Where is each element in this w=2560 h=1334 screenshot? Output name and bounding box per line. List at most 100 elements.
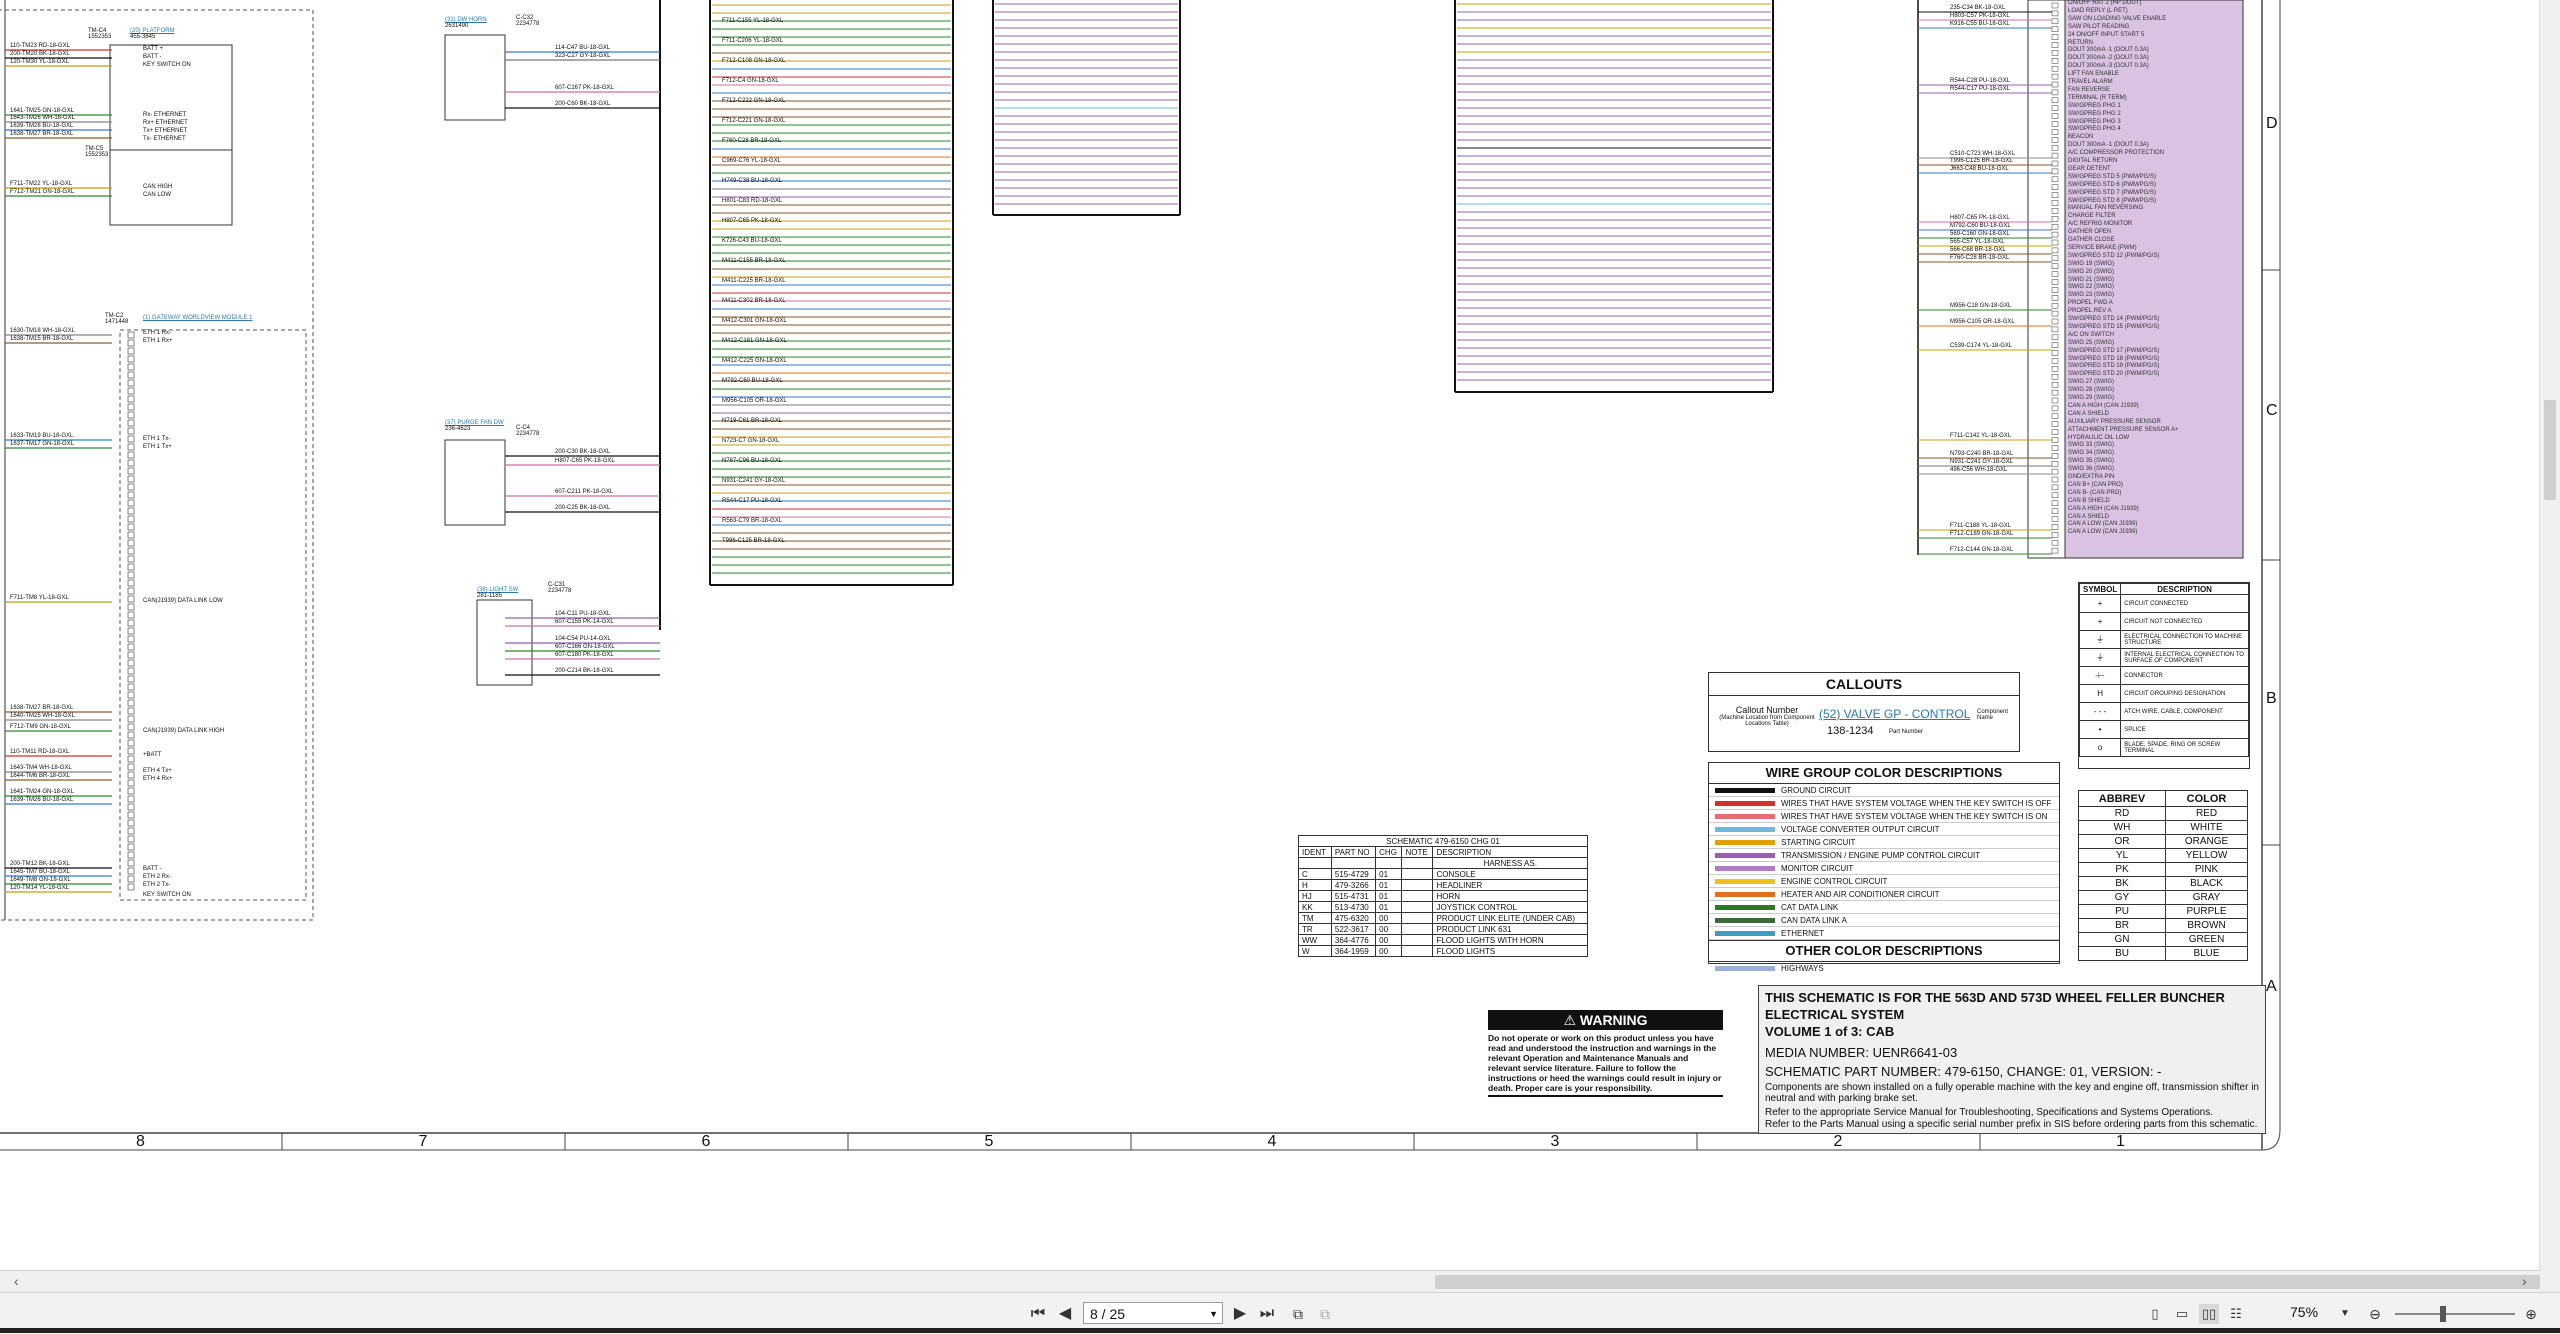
- wire-label: SAW PILOT READING: [2068, 23, 2130, 30]
- wire-label: SWIG 22 (SWIG): [2068, 284, 2115, 291]
- component-label: (37) PURGE FAN DW 236-4623: [445, 420, 504, 432]
- facing-view-button[interactable]: ▯▯: [2199, 1304, 2219, 1324]
- pin: [127, 787, 135, 795]
- single-page-view-button[interactable]: ▯: [2145, 1304, 2165, 1324]
- zoom-dropdown[interactable]: ▼: [2338, 1304, 2352, 1324]
- horizontal-scrollbar[interactable]: ‹ ›: [0, 1270, 2540, 1293]
- symbol-row: + CIRCUIT CONNECTED: [2078, 594, 2249, 613]
- wire-label: 104-C54 PU-14-GXL: [555, 636, 611, 642]
- pin: [2051, 476, 2059, 483]
- callout-component-name: Component Name: [1977, 709, 2009, 721]
- pin: [127, 443, 135, 451]
- scroll-right-icon[interactable]: ›: [2522, 1273, 2527, 1289]
- pin: [127, 563, 135, 571]
- last-page-button[interactable]: ⏭: [1257, 1304, 1277, 1324]
- pin: [127, 379, 135, 387]
- wire-label: 1639-TM26 BU-18-GXL: [10, 797, 74, 803]
- callout-example: (52) VALVE GP - CONTROL: [1819, 707, 1971, 721]
- wire-label: GATHER CLOSE: [2068, 237, 2115, 243]
- first-page-button[interactable]: ⏮: [1028, 1304, 1048, 1324]
- pin: [2051, 113, 2059, 119]
- table-cell: 01: [1375, 868, 1403, 880]
- zoom-slider-knob[interactable]: [2440, 1306, 2446, 1322]
- wire-group-label: STARTING CIRCUIT: [1781, 837, 1856, 847]
- pin: [2051, 295, 2059, 301]
- wire-label: SW/GPREG STD 15 (PWM/PG/S): [2068, 323, 2160, 330]
- wire-label: SWIG 25 (SWIG): [2068, 339, 2115, 346]
- wire-label: F712-C144 GN-18-GXL: [1950, 547, 2014, 553]
- wire-label: H807-C65 PK-18-GXL: [555, 458, 615, 464]
- table-cell: 01: [1375, 890, 1403, 902]
- wire-label: Tx+ ETHERNET: [143, 128, 188, 134]
- wire-group-item: CAT DATA LINK: [1709, 901, 2059, 914]
- pin: [2051, 318, 2059, 325]
- pin: [127, 755, 135, 763]
- scroll-thumb[interactable]: [2544, 400, 2556, 500]
- pin: [127, 691, 135, 699]
- wire-label: SWIG 27 (SWIG): [2068, 379, 2115, 386]
- color-swatch: [1715, 917, 1775, 923]
- wire-label: KEY SWITCH ON: [143, 892, 191, 898]
- pin: [127, 547, 135, 555]
- scroll-left-icon[interactable]: ‹: [14, 1273, 19, 1289]
- wire-label: Tx- ETHERNET: [143, 136, 186, 142]
- wire-label: 104-C11 PU-18-GXL: [555, 611, 611, 617]
- continuous-facing-button[interactable]: ☷: [2226, 1304, 2246, 1324]
- wire-label: SW/GPREG STD 19 (PWM/PG/S): [2068, 363, 2160, 370]
- table-cell: BK: [2077, 876, 2167, 891]
- table-row: TR 522-3617 00 PRODUCT LINK 631: [1298, 923, 1588, 935]
- table-cell: 01: [1375, 901, 1403, 913]
- wire-label: 1644-TM6 BR-18-GXL: [10, 773, 71, 779]
- wire-label: GATHER OPEN: [2068, 229, 2112, 236]
- table-cell: [1401, 879, 1434, 891]
- chevron-down-icon[interactable]: ▼: [1209, 1303, 1218, 1325]
- symbol-description: ELECTRICAL CONNECTION TO MACHINE STRUCTU…: [2120, 630, 2249, 649]
- wire-group-item: WIRES THAT HAVE SYSTEM VOLTAGE WHEN THE …: [1709, 797, 2059, 810]
- pin: [2051, 144, 2059, 151]
- color-swatch: [1715, 965, 1775, 971]
- zoom-in-button[interactable]: ⊕: [2522, 1304, 2540, 1324]
- table-cell: WHITE: [2165, 820, 2248, 835]
- symbol-icon: o: [2078, 738, 2122, 757]
- wire-label: 1638-TM15 BR-18-GXL: [10, 336, 74, 342]
- wire-label: 200-TM20 BK-18-GXL: [10, 51, 70, 57]
- color-swatch: [1715, 826, 1775, 832]
- pin: [127, 427, 135, 435]
- pin: [2051, 2, 2059, 9]
- next-page-button[interactable]: ▶: [1230, 1304, 1250, 1324]
- scroll-thumb[interactable]: [1435, 1275, 2540, 1289]
- wire-label: R563-C79 BR-18-GXL: [722, 518, 783, 524]
- page-number-input[interactable]: 8 / 25 ▼: [1083, 1302, 1223, 1324]
- wire-label: SW/GPREG STD 17 (PWM/PG/S): [2068, 347, 2160, 354]
- table-cell: PURPLE: [2165, 904, 2248, 919]
- wire-label: H803-C57 PK-18-GXL: [1950, 13, 2010, 19]
- wire-label: 1643-TM26 WH-18-GXL: [10, 115, 76, 121]
- wire-label: F711-TM22 YL-18-GXL: [10, 181, 73, 187]
- pin: [127, 467, 135, 475]
- vertical-scrollbar[interactable]: [2539, 0, 2560, 1292]
- table-cell: PRODUCT LINK 631: [1432, 923, 1588, 935]
- wire-label: 200-C60 BK-18-GXL: [555, 101, 611, 107]
- abbrev-row: BK BLACK: [2077, 876, 2248, 891]
- pin: [2051, 429, 2059, 435]
- fit-page-button[interactable]: ⧉: [1288, 1304, 1308, 1324]
- table-cell: GREEN: [2165, 932, 2248, 947]
- wire-label: SWIG 19 (SWIG): [2068, 260, 2115, 267]
- zoom-out-button[interactable]: ⊖: [2366, 1304, 2384, 1324]
- wire-label: CAN LOW: [143, 192, 172, 198]
- wire-label: F712-C108 GN-18-GXL: [722, 58, 786, 64]
- wire-label: 200-TM12 BK-18-GXL: [10, 861, 70, 867]
- zoom-slider[interactable]: [2395, 1306, 2515, 1322]
- pin: [127, 827, 135, 835]
- schematic-sheet: 8 7 6 5 4 3 2 1 D C B A TM-C4 1552353 (20) PLATF…: [0, 0, 2560, 1270]
- fit-width-button[interactable]: ⧉: [1315, 1304, 1335, 1324]
- wire-label: M412-C301 GN-18-GXL: [722, 318, 787, 324]
- wire-label: 607-C155 PK-14-GXL: [555, 619, 614, 625]
- prev-page-button[interactable]: ◀: [1055, 1304, 1075, 1324]
- abbrev-row: RD RED: [2077, 806, 2248, 821]
- component-label: (1) GATEWAY WORLDVIEW MODULE 1: [143, 315, 253, 321]
- wire-label: 565-C57 YL-18-GXL: [1950, 239, 2005, 245]
- pin: [127, 555, 135, 563]
- pin: [2051, 89, 2059, 96]
- continuous-view-button[interactable]: ▭: [2172, 1304, 2192, 1324]
